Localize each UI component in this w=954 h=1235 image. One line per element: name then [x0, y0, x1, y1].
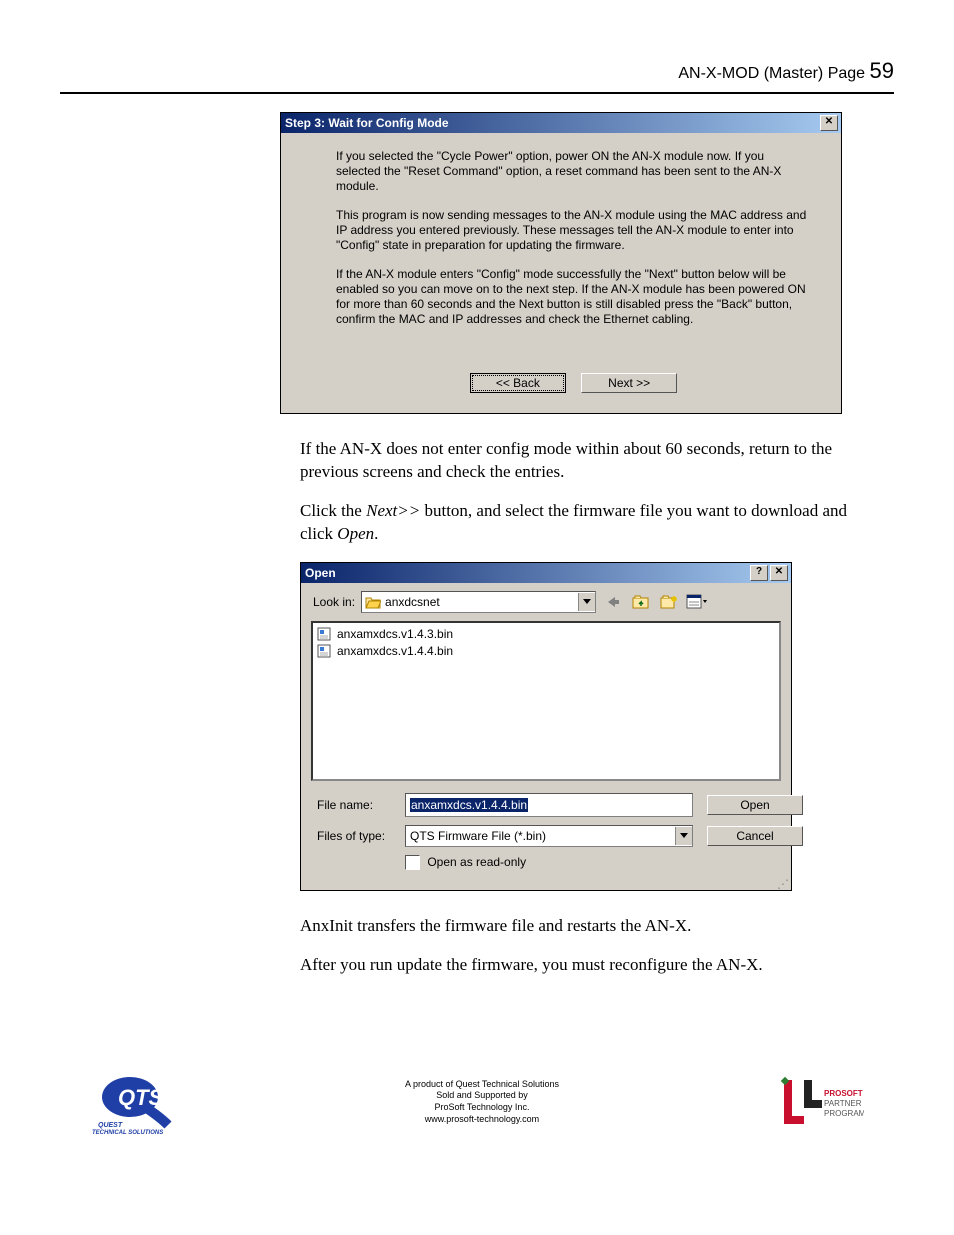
list-item[interactable]: anxamxdcs.v1.4.4.bin	[317, 643, 775, 660]
header-rule	[60, 92, 894, 94]
lookin-label: Look in:	[313, 595, 355, 609]
help-icon[interactable]: ?	[750, 565, 768, 581]
back-arrow-icon[interactable]	[602, 592, 624, 612]
qts-logo: QTS QUEST TECHNICAL SOLUTIONS	[90, 1067, 190, 1137]
readonly-checkbox[interactable]	[405, 855, 420, 870]
view-menu-icon[interactable]	[686, 592, 708, 612]
readonly-row[interactable]: Open as read-only	[405, 855, 693, 870]
readonly-label: Open as read-only	[427, 855, 526, 869]
filename-value: anxamxdcs.v1.4.4.bin	[410, 798, 528, 812]
open-title: Open	[305, 566, 336, 580]
wizard-title: Step 3: Wait for Config Mode	[285, 116, 449, 130]
filetype-combo[interactable]: QTS Firmware File (*.bin)	[405, 825, 693, 847]
chevron-down-icon[interactable]	[675, 827, 692, 845]
footer-line-4: www.prosoft-technology.com	[190, 1114, 774, 1126]
svg-text:QUEST: QUEST	[98, 1122, 123, 1129]
filetype-value: QTS Firmware File (*.bin)	[410, 829, 546, 843]
svg-text:PROGRAM: PROGRAM	[824, 1109, 864, 1118]
list-item[interactable]: anxamxdcs.v1.4.3.bin	[317, 626, 775, 643]
prosoft-logo: PROSOFT PARTNER PROGRAM	[774, 1074, 864, 1130]
footer-line-2: Sold and Supported by	[190, 1090, 774, 1102]
close-icon[interactable]: ✕	[770, 565, 788, 581]
file-icon	[317, 644, 333, 658]
up-folder-icon[interactable]	[630, 592, 652, 612]
wizard-para-3: If the AN-X module enters "Config" mode …	[336, 267, 811, 327]
open-titlebar: Open ? ✕	[301, 563, 791, 583]
svg-text:PROSOFT: PROSOFT	[824, 1089, 863, 1098]
wizard-dialog: Step 3: Wait for Config Mode ✕ If you se…	[280, 112, 842, 414]
wizard-para-1: If you selected the "Cycle Power" option…	[336, 149, 811, 194]
footer-line-1: A product of Quest Technical Solutions	[190, 1079, 774, 1091]
new-folder-icon[interactable]	[658, 592, 680, 612]
svg-text:TECHNICAL SOLUTIONS: TECHNICAL SOLUTIONS	[92, 1130, 163, 1136]
file-name-1: anxamxdcs.v1.4.3.bin	[337, 627, 453, 641]
svg-text:PARTNER: PARTNER	[824, 1099, 862, 1108]
cancel-button[interactable]: Cancel	[707, 826, 803, 846]
folder-open-icon	[365, 595, 381, 609]
body-para-1: If the AN-X does not enter config mode w…	[300, 438, 884, 484]
body-para-2: Click the Next>> button, and select the …	[300, 500, 884, 546]
filetype-label: Files of type:	[317, 829, 397, 843]
body-para-3: AnxInit transfers the firmware file and …	[300, 915, 884, 938]
body-para-4: After you run update the firmware, you m…	[300, 954, 884, 977]
file-icon	[317, 627, 333, 641]
filename-input[interactable]: anxamxdcs.v1.4.4.bin	[405, 793, 693, 817]
chevron-down-icon[interactable]	[578, 593, 595, 611]
filename-label: File name:	[317, 798, 397, 812]
next-button[interactable]: Next >>	[581, 373, 677, 393]
close-icon[interactable]: ✕	[820, 115, 838, 131]
svg-text:QTS: QTS	[118, 1085, 164, 1110]
footer-line-3: ProSoft Technology Inc.	[190, 1102, 774, 1114]
doc-title: AN-X-MOD (Master) Page	[678, 65, 869, 82]
page-footer: QTS QUEST TECHNICAL SOLUTIONS A product …	[60, 1067, 894, 1137]
page-header: AN-X-MOD (Master) Page 59	[60, 58, 894, 84]
lookin-value: anxdcsnet	[385, 595, 440, 609]
lookin-combo[interactable]: anxdcsnet	[361, 591, 596, 613]
file-list[interactable]: anxamxdcs.v1.4.3.bin anxamxdcs.v1.4.4.bi…	[311, 621, 781, 781]
page-number: 59	[870, 58, 894, 83]
open-button[interactable]: Open	[707, 795, 803, 815]
open-dialog: Open ? ✕ Look in: anxdcsnet	[300, 562, 792, 891]
wizard-para-2: This program is now sending messages to …	[336, 208, 811, 253]
file-name-2: anxamxdcs.v1.4.4.bin	[337, 644, 453, 658]
back-button[interactable]: << Back	[470, 373, 566, 393]
resize-grip-icon[interactable]: ⋰	[301, 880, 791, 890]
wizard-titlebar: Step 3: Wait for Config Mode ✕	[281, 113, 841, 133]
